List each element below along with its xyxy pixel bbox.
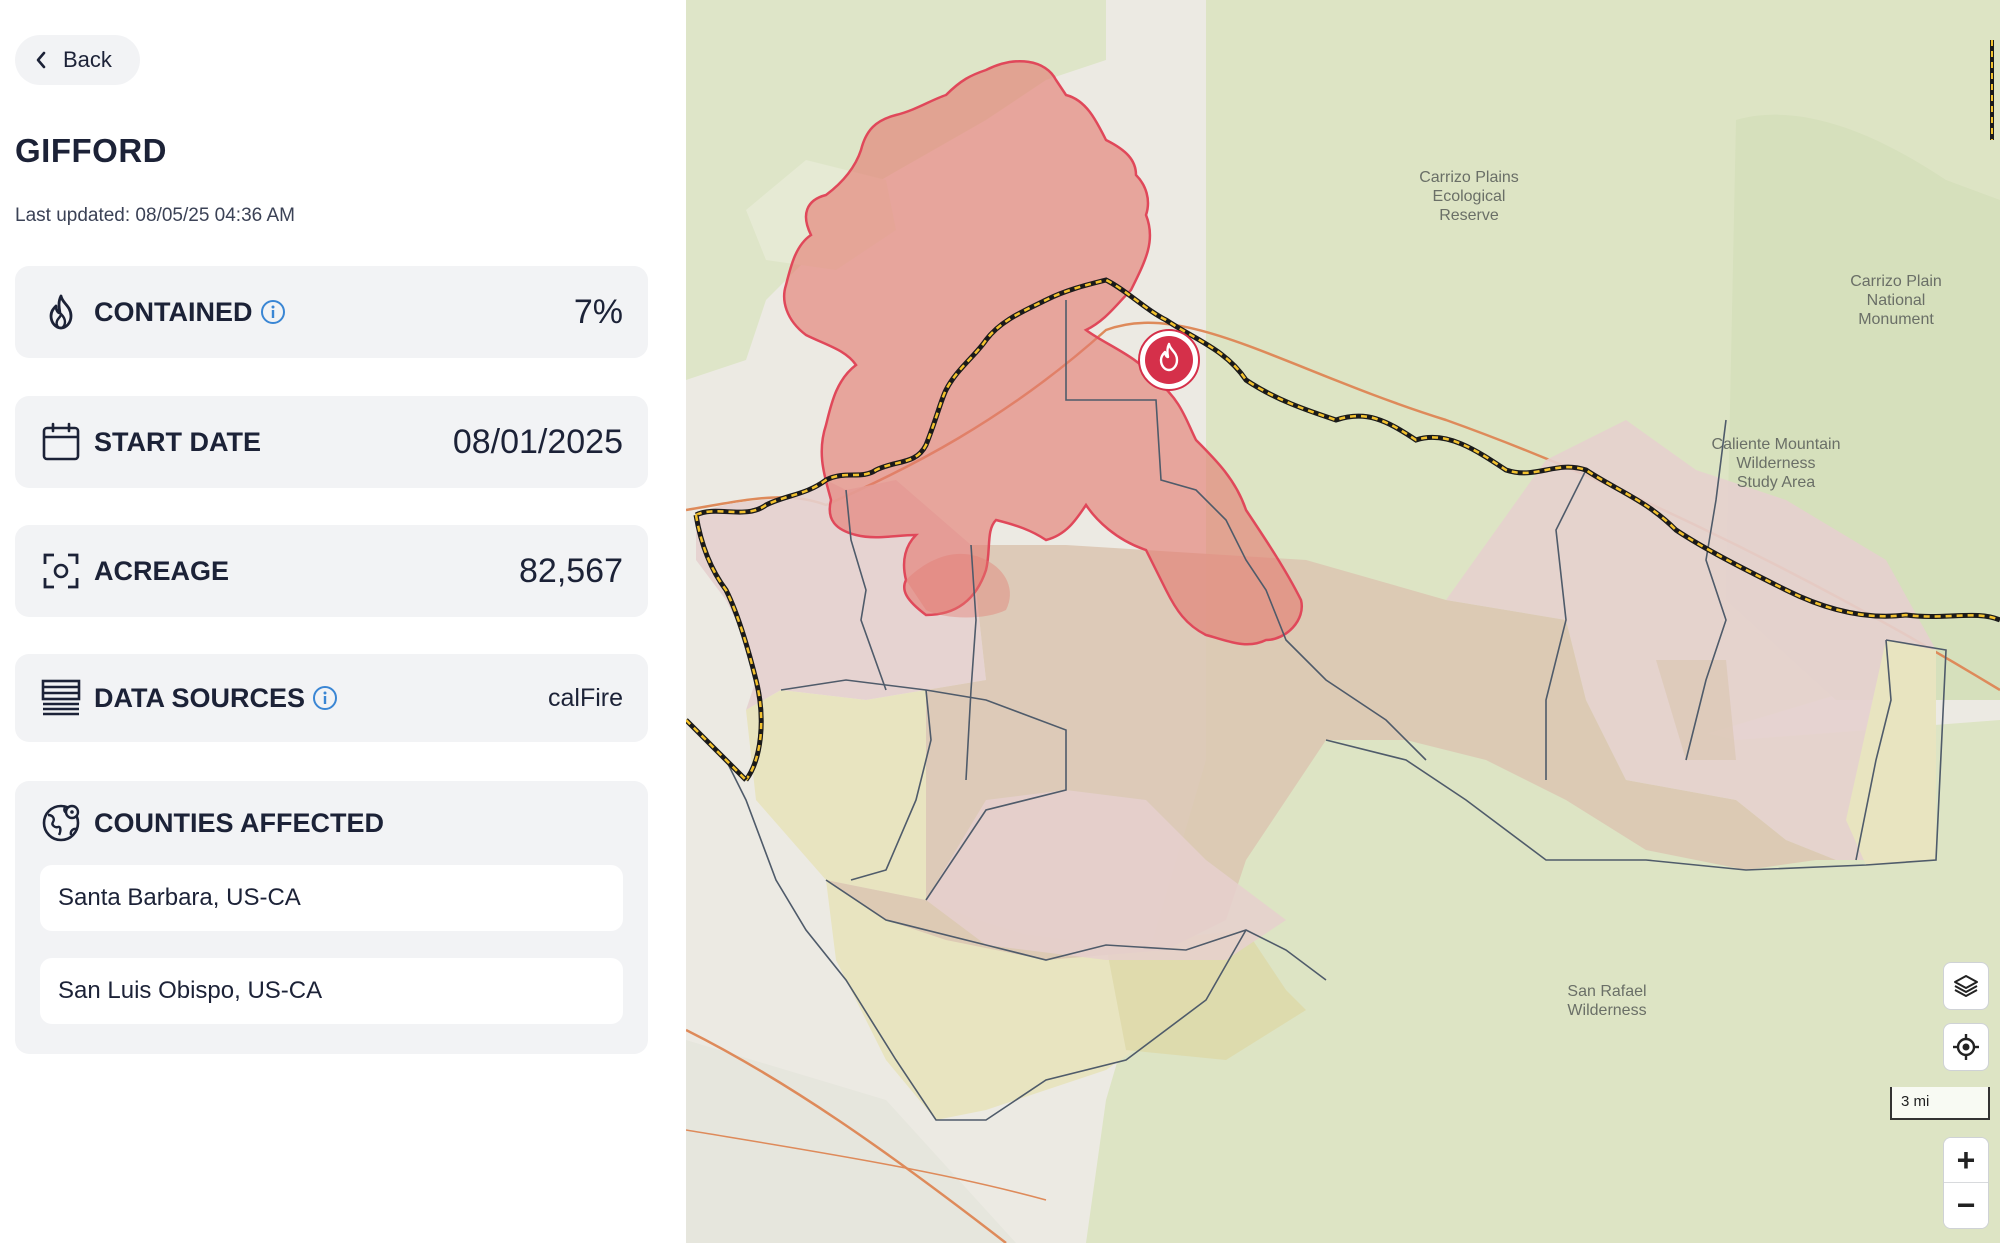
start-date-value: 08/01/2025 — [452, 422, 623, 461]
layers-button[interactable] — [1943, 962, 1989, 1010]
counties-label: COUNTIES AFFECTED — [94, 807, 384, 838]
locate-button[interactable] — [1943, 1023, 1989, 1071]
data-sources-card: DATA SOURCES calFire — [15, 654, 648, 742]
globe-icon — [40, 802, 82, 844]
fire-detail-panel: Back GIFFORD Last updated: 08/05/25 04:3… — [0, 0, 686, 1243]
map-label-caliente: Caliente Mountain Wilderness Study Area — [1711, 436, 1841, 491]
county-item[interactable]: Santa Barbara, US-CA — [40, 865, 623, 931]
map-view[interactable]: Carrizo Plains Ecological Reserve Carriz… — [686, 0, 2000, 1243]
chevron-left-icon — [36, 51, 46, 69]
acreage-card: ACREAGE 82,567 — [15, 525, 648, 617]
county-item[interactable]: San Luis Obispo, US-CA — [40, 958, 623, 1024]
back-button[interactable]: Back — [15, 35, 140, 85]
acreage-label: ACREAGE — [94, 555, 230, 586]
map-label-san-rafael: San Rafael Wilderness — [1567, 983, 1647, 1019]
zoom-controls: + − — [1943, 1137, 1989, 1229]
counties-card: COUNTIES AFFECTED Santa Barbara, US-CA S… — [15, 781, 648, 1054]
back-label: Back — [63, 47, 112, 72]
contained-value: 7% — [573, 292, 623, 331]
counties-header: COUNTIES AFFECTED — [40, 781, 623, 865]
data-sources-label: DATA SOURCES — [94, 682, 306, 713]
fire-name: GIFFORD — [15, 132, 167, 169]
info-icon[interactable] — [312, 685, 338, 711]
start-date-card: START DATE 08/01/2025 — [15, 396, 648, 488]
zoom-in-button[interactable]: + — [1944, 1138, 1988, 1183]
info-icon[interactable] — [260, 299, 286, 325]
map-canvas[interactable] — [686, 0, 2000, 1243]
contained-card: CONTAINED 7% — [15, 266, 648, 358]
locate-icon — [1953, 1034, 1979, 1060]
calendar-icon — [40, 421, 82, 463]
map-label-carrizo-plains-reserve: Carrizo Plains Ecological Reserve — [1419, 169, 1519, 224]
layers-icon — [1954, 975, 1978, 997]
last-updated: Last updated: 08/05/25 04:36 AM — [15, 205, 295, 226]
database-icon — [40, 677, 82, 719]
acreage-value: 82,567 — [519, 551, 623, 590]
flame-icon — [40, 291, 82, 333]
fire-marker[interactable] — [1138, 329, 1200, 391]
contained-label: CONTAINED — [94, 296, 253, 327]
data-sources-value: calFire — [547, 683, 623, 712]
zoom-out-button[interactable]: − — [1944, 1183, 1988, 1228]
map-scale: 3 mi — [1890, 1087, 1990, 1120]
start-date-label: START DATE — [94, 426, 261, 457]
focus-icon — [40, 550, 82, 592]
map-label-carrizo-plain-monument: Carrizo Plain National Monument — [1850, 273, 1942, 328]
